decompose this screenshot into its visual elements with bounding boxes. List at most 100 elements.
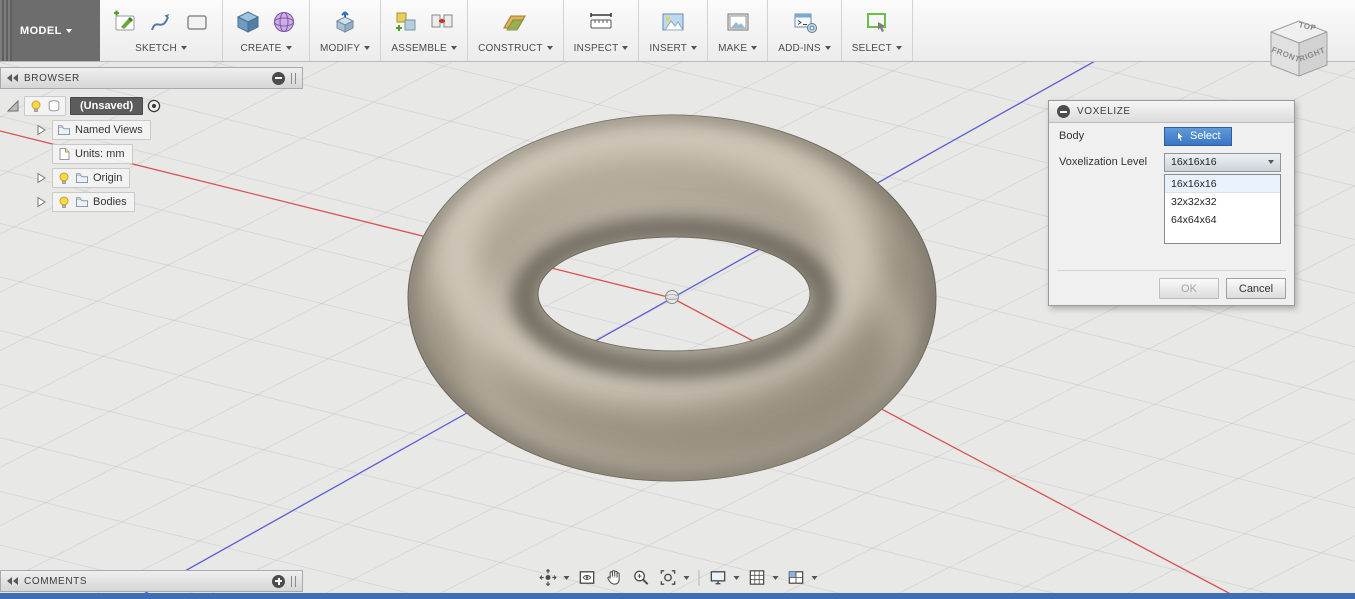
visibility-bulb-icon[interactable] [57, 171, 71, 185]
grid-settings-button[interactable] [744, 566, 781, 589]
toolbar-group-inspect: INSPECT [564, 0, 640, 61]
tree-item-named-views[interactable]: Named Views [0, 118, 303, 142]
collapse-browser-icon[interactable] [7, 74, 18, 82]
tree-item-label: Named Views [75, 124, 143, 136]
voxelize-dialog-header[interactable]: VOXELIZE [1049, 101, 1294, 123]
main-toolbar: MODEL SKETCH CREATE MODIFY ASSEMBLE CONS… [0, 0, 1355, 62]
root-icon-pill [24, 96, 66, 116]
browser-root-row[interactable]: (Unsaved) [0, 94, 303, 118]
chevron-down-icon [180, 46, 187, 50]
voxelization-level-label: Voxelization Level [1059, 156, 1148, 168]
pan-button[interactable] [601, 566, 626, 589]
option-64x64x64[interactable]: 64x64x64 [1165, 211, 1280, 229]
joint-button[interactable] [427, 7, 457, 37]
spline-icon [151, 14, 169, 31]
press-pull-icon [335, 11, 355, 33]
toolbar-menu-addins[interactable]: ADD-INS [778, 40, 831, 56]
scripts-addins-button[interactable] [790, 7, 820, 37]
tree-item-origin[interactable]: Origin [0, 166, 303, 190]
document-name[interactable]: (Unsaved) [70, 97, 144, 115]
toolbar-menu-label: MAKE [718, 42, 748, 54]
ok-button[interactable]: OK [1159, 278, 1219, 299]
viewports-button[interactable] [783, 566, 820, 589]
fit-button[interactable] [655, 566, 692, 589]
view-cube[interactable]: TOP FRONT RIGHT [1257, 8, 1337, 88]
make-button[interactable] [723, 7, 753, 37]
orbit-button[interactable] [535, 566, 572, 589]
toolbar-menu-label: MODIFY [320, 42, 361, 54]
toolbar-group-addins: ADD-INS [768, 0, 842, 61]
cursor-icon [1177, 130, 1184, 142]
toolbar-menu-make[interactable]: MAKE [718, 40, 758, 56]
construction-plane-button[interactable] [500, 7, 530, 37]
minimize-browser-button[interactable] [272, 71, 285, 85]
toolbar-group-assemble: ASSEMBLE [381, 0, 469, 61]
voxelization-level-options: 16x16x16 32x32x32 64x64x64 [1164, 174, 1281, 244]
box-primitive-button[interactable] [233, 7, 263, 37]
component-body-icon [48, 100, 60, 112]
create-sketch-button[interactable] [110, 7, 140, 37]
toolbar-menu-insert[interactable]: INSERT [649, 40, 698, 56]
toolbar-menu-inspect[interactable]: INSPECT [574, 40, 629, 56]
origin-marker[interactable] [665, 290, 679, 304]
voxelization-level-dropdown[interactable]: 16x16x16 [1164, 152, 1281, 172]
browser-header[interactable]: BROWSER [0, 67, 303, 89]
option-32x32x32[interactable]: 32x32x32 [1165, 193, 1280, 211]
cancel-button[interactable]: Cancel [1226, 278, 1286, 299]
toolbar-menu-construct[interactable]: CONSTRUCT [478, 40, 553, 56]
toolbar-group-insert: INSERT [639, 0, 709, 61]
body-label: Body [1059, 130, 1085, 142]
press-pull-button[interactable] [330, 7, 360, 37]
dropdown-value: 16x16x16 [1171, 156, 1217, 168]
select-tool-button[interactable] [862, 7, 892, 37]
voxelize-dialog: VOXELIZE Body Select Voxelization Level … [1048, 100, 1295, 306]
collapsed-triangle-icon[interactable] [34, 171, 48, 185]
visibility-bulb-icon[interactable] [57, 195, 71, 209]
toolbar-menu-modify[interactable]: MODIFY [320, 40, 371, 56]
collapse-comments-icon[interactable] [7, 577, 18, 585]
look-at-button[interactable] [574, 566, 599, 589]
toolbar-menu-assemble[interactable]: ASSEMBLE [391, 40, 457, 56]
expanded-triangle-icon[interactable] [6, 99, 20, 113]
visibility-bulb-icon[interactable] [29, 99, 43, 113]
tree-item-units[interactable]: Units: mm [0, 142, 303, 166]
toolbar-menu-sketch[interactable]: SKETCH [135, 40, 187, 56]
rectangle-tool-button[interactable] [182, 7, 212, 37]
comments-grip[interactable] [291, 575, 296, 587]
browser-grip[interactable] [291, 72, 296, 84]
toolbar-menu-select[interactable]: SELECT [852, 40, 902, 56]
tree-item-label: Bodies [93, 196, 127, 208]
view-navigation-bar [535, 566, 820, 589]
measure-button[interactable] [586, 7, 616, 37]
comments-header[interactable]: COMMENTS [0, 570, 303, 592]
spline-tool-button[interactable] [146, 7, 176, 37]
toolbar-menu-label: INSERT [649, 42, 688, 54]
activate-radio-icon[interactable] [147, 99, 161, 113]
folder-icon [76, 173, 88, 183]
collapsed-triangle-icon[interactable] [34, 123, 48, 137]
chevron-down-icon [824, 46, 831, 50]
chevron-down-icon [895, 46, 902, 50]
chevron-down-icon [285, 46, 292, 50]
workspace-switcher[interactable]: MODEL [0, 0, 100, 61]
chevron-down-icon [772, 575, 778, 580]
option-16x16x16[interactable]: 16x16x16 [1165, 175, 1280, 193]
zoom-button[interactable] [628, 566, 653, 589]
insert-image-button[interactable] [658, 7, 688, 37]
toolbar-menu-label: INSPECT [573, 42, 619, 54]
toolbar-group-construct: CONSTRUCT [468, 0, 564, 61]
create-form-button[interactable] [269, 7, 299, 37]
toolbar-menu-create[interactable]: CREATE [240, 40, 292, 56]
measure-icon [590, 13, 612, 29]
collapsed-triangle-icon[interactable] [34, 195, 48, 209]
orbit-icon [538, 568, 557, 587]
collapse-dialog-icon[interactable] [1057, 105, 1070, 118]
add-comment-button[interactable] [272, 574, 285, 588]
tree-item-bodies[interactable]: Bodies [0, 190, 303, 214]
body-select-button[interactable]: Select [1164, 126, 1232, 146]
new-component-button[interactable] [391, 7, 421, 37]
display-settings-button[interactable] [705, 566, 742, 589]
chevron-down-icon [683, 575, 689, 580]
browser-tree: (Unsaved) Named Views Units: mm Origin B… [0, 89, 303, 214]
chevron-down-icon [733, 575, 739, 580]
